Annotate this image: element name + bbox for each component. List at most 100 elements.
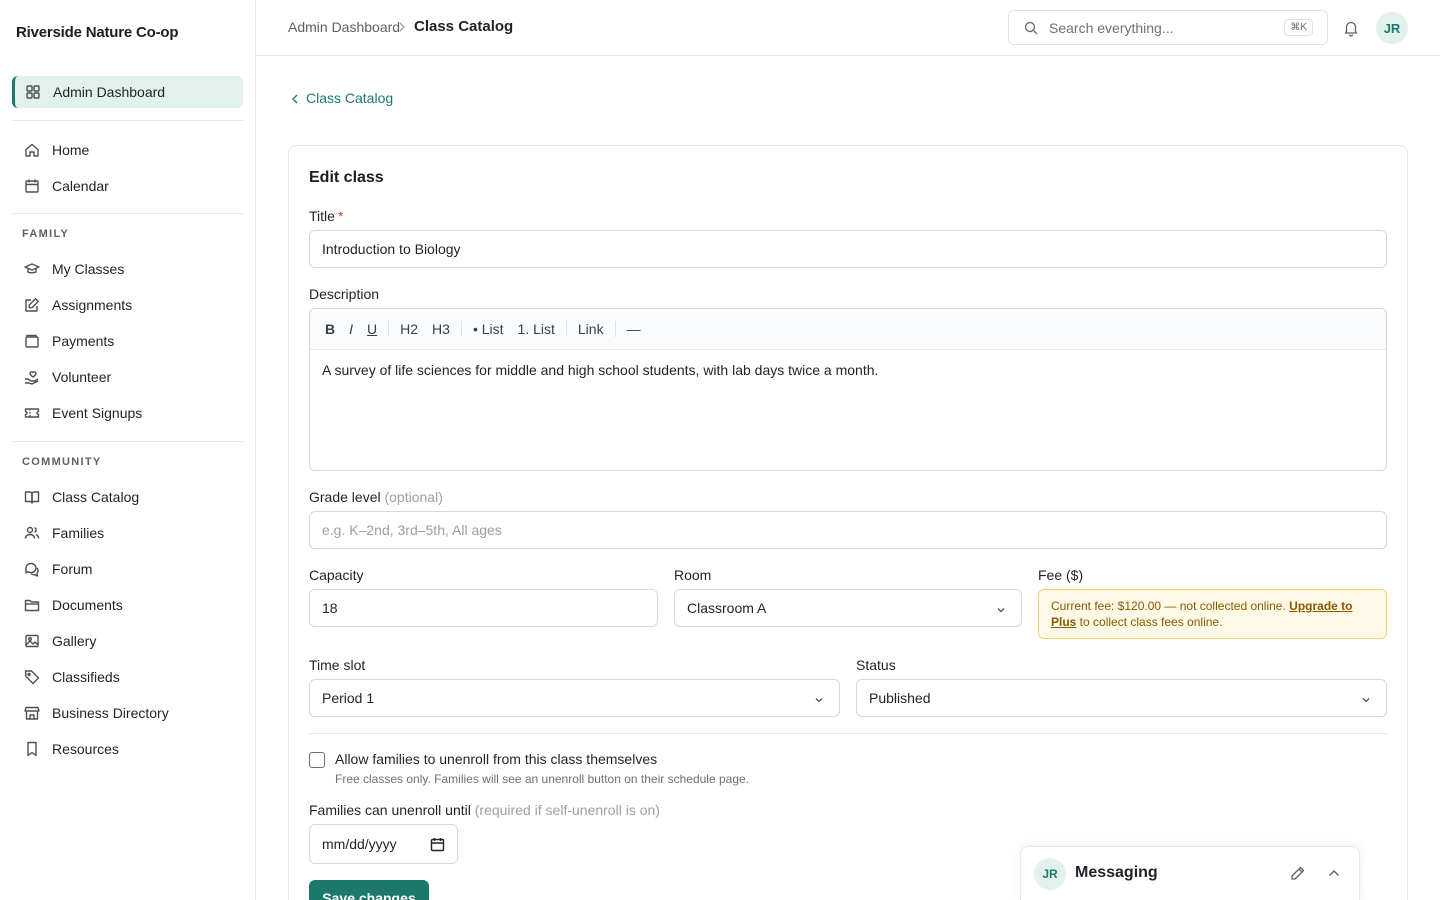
optional-hint: (optional): [384, 489, 443, 505]
sidebar-item-my-classes[interactable]: My Classes: [12, 253, 243, 285]
unenroll-until-date-input[interactable]: mm/dd/yyyy: [309, 824, 458, 864]
sidebar-item-label: Assignments: [52, 297, 133, 313]
italic-button[interactable]: I: [342, 321, 360, 337]
heading3-button[interactable]: H3: [425, 321, 457, 337]
sidebar-item-label: My Classes: [52, 261, 125, 277]
chevron-down-icon: [813, 693, 825, 705]
required-mark: *: [337, 208, 344, 224]
calendar-icon: [24, 178, 40, 194]
sidebar-item-class-catalog[interactable]: Class Catalog: [12, 481, 243, 513]
bullet-list-button[interactable]: • List: [466, 321, 511, 337]
toolbar-separator: [565, 321, 567, 337]
sidebar-item-event-signups[interactable]: Event Signups: [12, 397, 243, 429]
sidebar-item-label: Class Catalog: [52, 489, 140, 505]
sidebar-item-assignments[interactable]: Assignments: [12, 289, 243, 321]
title-input[interactable]: Introduction to Biology: [309, 230, 1387, 268]
sidebar-item-label: Volunteer: [52, 369, 112, 385]
search-placeholder: Search everything...: [1049, 19, 1174, 36]
brand-name: Riverside Nature Co-op: [16, 24, 179, 41]
link-button[interactable]: Link: [571, 321, 611, 337]
sidebar-item-label: Calendar: [52, 178, 109, 194]
sidebar-item-volunteer[interactable]: Volunteer: [12, 361, 243, 393]
status-label: Status: [856, 657, 896, 673]
toolbar-separator: [460, 321, 462, 337]
user-avatar[interactable]: JR: [1376, 12, 1408, 44]
description-label: Description: [309, 286, 380, 302]
back-to-class-catalog-link[interactable]: Class Catalog: [290, 90, 393, 106]
chevron-down-icon: [995, 603, 1007, 615]
sidebar-item-label: Admin Dashboard: [53, 84, 166, 100]
calendar-icon[interactable]: [430, 837, 445, 852]
sidebar-item-admin-dashboard[interactable]: Admin Dashboard: [12, 76, 243, 108]
back-link-label: Class Catalog: [306, 90, 394, 106]
sidebar-item-classifieds[interactable]: Classifieds: [12, 661, 243, 693]
grid-icon: [25, 84, 41, 100]
underline-button[interactable]: U: [360, 321, 384, 337]
sidebar-divider: [12, 213, 243, 214]
search-shortcut: ⌘K: [1284, 19, 1313, 36]
wallet-icon: [24, 333, 40, 349]
store-icon: [24, 705, 40, 721]
breadcrumb-current: Class Catalog: [414, 18, 514, 35]
chevron-left-icon: [290, 92, 300, 104]
section-label-community: COMMUNITY: [22, 456, 102, 468]
time-slot-select[interactable]: Period 1: [309, 679, 840, 717]
messaging-widget[interactable]: JR Messaging: [1020, 846, 1360, 900]
heading2-button[interactable]: H2: [393, 321, 425, 337]
sidebar-item-label: Payments: [52, 333, 115, 349]
sidebar-item-label: Home: [52, 142, 90, 158]
capacity-input[interactable]: 18: [309, 589, 658, 627]
sidebar-item-documents[interactable]: Documents: [12, 589, 243, 621]
breadcrumb-admin-dashboard[interactable]: Admin Dashboard: [288, 19, 400, 35]
sidebar-item-label: Resources: [52, 741, 119, 757]
bold-button[interactable]: B: [318, 321, 342, 337]
room-select[interactable]: Classroom A: [674, 589, 1022, 627]
messaging-title: Messaging: [1075, 864, 1158, 881]
time-slot-selected-value: Period 1: [322, 690, 375, 706]
title-label: Title *: [309, 208, 344, 224]
compose-icon[interactable]: [1289, 865, 1306, 882]
section-label-family: FAMILY: [22, 228, 70, 240]
time-slot-label: Time slot: [309, 657, 366, 673]
sidebar-item-label: Event Signups: [52, 405, 143, 421]
editor-toolbar: B I U H2 H3 • List 1. List Link —: [310, 309, 1386, 350]
capacity-label: Capacity: [309, 567, 364, 583]
sidebar-item-label: Business Directory: [52, 705, 169, 721]
horizontal-rule-button[interactable]: —: [620, 321, 648, 337]
graduation-cap-icon: [24, 261, 40, 277]
numbered-list-button[interactable]: 1. List: [511, 321, 562, 337]
sidebar-item-payments[interactable]: Payments: [12, 325, 243, 357]
room-selected-value: Classroom A: [687, 600, 767, 616]
unenroll-until-hint: (required if self-unenroll is on): [474, 802, 660, 818]
sidebar-divider: [12, 441, 243, 442]
chevron-down-icon: [1360, 693, 1372, 705]
sidebar-item-home[interactable]: Home: [12, 134, 243, 166]
messaging-avatar: JR: [1034, 858, 1066, 890]
toolbar-separator: [614, 321, 616, 337]
allow-unenroll-label[interactable]: Allow families to unenroll from this cla…: [335, 751, 657, 767]
sidebar-item-gallery[interactable]: Gallery: [12, 625, 243, 657]
bookmark-icon: [24, 741, 40, 757]
sidebar-item-families[interactable]: Families: [12, 517, 243, 549]
sidebar-item-label: Forum: [52, 561, 93, 577]
search-input[interactable]: Search everything... ⌘K: [1008, 10, 1328, 45]
users-icon: [24, 525, 40, 541]
sidebar-item-calendar[interactable]: Calendar: [12, 170, 243, 202]
sidebar-item-forum[interactable]: Forum: [12, 553, 243, 585]
sidebar-divider: [12, 120, 243, 121]
chevron-up-icon[interactable]: [1327, 866, 1341, 880]
description-editor: B I U H2 H3 • List 1. List Link — A surv…: [309, 308, 1387, 471]
allow-unenroll-checkbox[interactable]: [309, 752, 325, 768]
home-icon: [24, 142, 40, 158]
pencil-square-icon: [24, 297, 40, 313]
bell-icon[interactable]: [1342, 19, 1360, 37]
sidebar-item-resources[interactable]: Resources: [12, 733, 243, 765]
sidebar-item-label: Classifieds: [52, 669, 120, 685]
description-textarea[interactable]: A survey of life sciences for middle and…: [310, 350, 1386, 390]
status-select[interactable]: Published: [856, 679, 1387, 717]
sidebar-item-business-directory[interactable]: Business Directory: [12, 697, 243, 729]
save-changes-button[interactable]: Save changes: [309, 880, 429, 900]
tag-icon: [24, 669, 40, 685]
grade-level-input[interactable]: e.g. K–2nd, 3rd–5th, All ages: [309, 511, 1387, 549]
book-open-icon: [24, 489, 40, 505]
